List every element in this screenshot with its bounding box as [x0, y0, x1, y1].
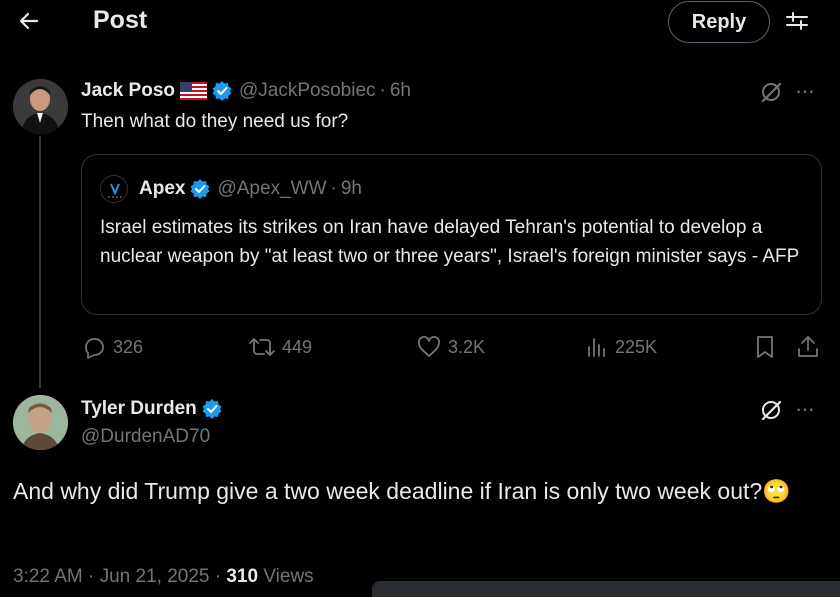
- grok-icon[interactable]: [759, 80, 783, 104]
- reply-author-name[interactable]: Tyler Durden: [81, 398, 197, 420]
- verified-badge-icon: [202, 399, 222, 419]
- reply-icon: [85, 338, 104, 359]
- like-count: 3.2K: [448, 336, 486, 357]
- reply-avatar[interactable]: [13, 395, 68, 450]
- post-time[interactable]: 6h: [390, 80, 411, 102]
- separator-dot: ·: [330, 178, 337, 199]
- post-text: Then what do they need us for?: [81, 111, 349, 132]
- repost-icon: [249, 338, 275, 356]
- views-count: 225K: [615, 336, 658, 357]
- quote-header: Apex @Apex_WW · 9h: [100, 175, 362, 203]
- share-icon: [798, 336, 818, 357]
- more-options-icon[interactable]: ···: [795, 396, 815, 422]
- quote-author-handle[interactable]: @Apex_WW: [217, 178, 326, 200]
- quote-time[interactable]: 9h: [341, 178, 362, 200]
- repost-action[interactable]: 449: [248, 334, 312, 360]
- post-timestamp[interactable]: 3:22 AM · Jun 21, 2025 ·: [13, 566, 226, 587]
- post-meta: 3:22 AM · Jun 21, 2025 · 310 Views: [13, 566, 314, 588]
- separator-dot: ·: [379, 80, 386, 101]
- quoted-post[interactable]: Apex @Apex_WW · 9h Israel estimates its …: [81, 154, 822, 315]
- page-title: Post: [93, 6, 148, 34]
- grok-icon[interactable]: [759, 398, 783, 422]
- reply-text: And why did Trump give a two week deadli…: [13, 474, 813, 508]
- thread-line: [39, 136, 41, 388]
- filter-button[interactable]: [784, 8, 810, 34]
- reply-author-handle[interactable]: @DurdenAD70: [81, 426, 210, 448]
- top-bar: Post Reply: [0, 0, 840, 44]
- views-action[interactable]: 225K: [585, 334, 657, 360]
- share-button[interactable]: [796, 334, 826, 360]
- more-options-icon[interactable]: ···: [795, 78, 815, 104]
- bookmark-button[interactable]: [754, 334, 782, 360]
- quote-author-name[interactable]: Apex: [139, 178, 185, 200]
- repost-count: 449: [282, 336, 313, 357]
- arrow-left-icon: [19, 12, 39, 30]
- verified-badge-icon: [190, 179, 210, 199]
- like-action[interactable]: 3.2K: [416, 334, 485, 360]
- reply-text-body: And why did Trump give a two week deadli…: [13, 478, 763, 504]
- reply-count: 326: [113, 336, 144, 357]
- verified-badge-icon: [212, 81, 232, 101]
- author-handle[interactable]: @JackPosobiec: [239, 80, 376, 102]
- analytics-icon: [588, 338, 605, 357]
- post-header: Jack Poso @JackPosobiec · 6h: [81, 79, 411, 103]
- avatar[interactable]: [13, 79, 68, 134]
- bookmark-icon: [757, 336, 773, 358]
- quote-text: Israel estimates its strikes on Iran hav…: [100, 217, 800, 267]
- author-name[interactable]: Jack Poso: [81, 80, 175, 102]
- us-flag-icon: [180, 82, 207, 100]
- views-label: Views: [258, 566, 314, 587]
- reply-header: Tyler Durden: [81, 397, 223, 421]
- reply-action[interactable]: 326: [81, 334, 143, 360]
- back-button[interactable]: [14, 6, 44, 36]
- bottom-scrollbar[interactable]: [372, 581, 840, 597]
- heart-icon: [418, 336, 440, 357]
- rolling-eyes-emoji: 🙄: [762, 478, 791, 504]
- reply-button[interactable]: Reply: [668, 1, 770, 43]
- sliders-icon: [786, 12, 808, 30]
- quote-avatar[interactable]: [100, 175, 128, 203]
- views-total: 310: [226, 566, 259, 587]
